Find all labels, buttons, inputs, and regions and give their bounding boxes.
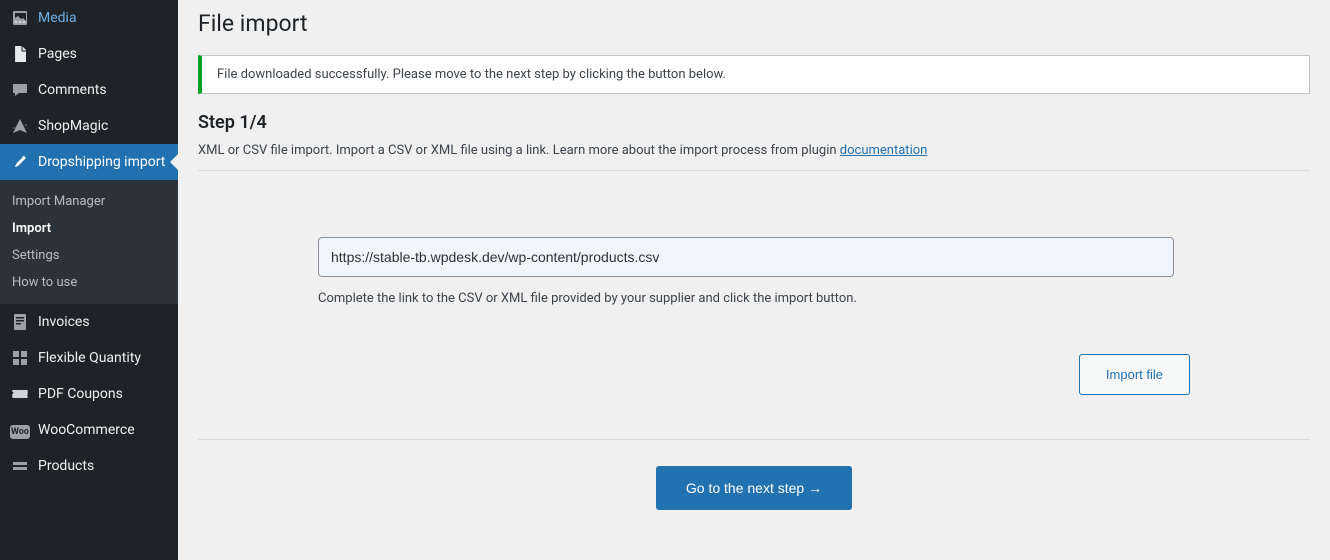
- sidebar-item-media[interactable]: Media: [0, 0, 178, 36]
- sidebar-item-woocommerce[interactable]: Woo WooCommerce: [0, 412, 178, 448]
- sidebar-item-comments[interactable]: Comments: [0, 72, 178, 108]
- sidebar-item-label: Products: [38, 457, 94, 475]
- comments-icon: [10, 80, 30, 100]
- success-notice: File downloaded successfully. Please mov…: [198, 55, 1310, 94]
- woocommerce-icon: Woo: [10, 425, 30, 439]
- media-icon: [10, 8, 30, 28]
- step-description: XML or CSV file import. Import a CSV or …: [198, 143, 1310, 158]
- url-help-text: Complete the link to the CSV or XML file…: [318, 291, 1190, 306]
- sidebar-item-products[interactable]: Products: [0, 448, 178, 484]
- submenu-import-manager[interactable]: Import Manager: [0, 188, 178, 215]
- shopmagic-icon: [10, 116, 30, 136]
- file-url-input[interactable]: [318, 237, 1174, 277]
- sidebar-item-label: WooCommerce: [38, 421, 135, 439]
- submenu-import[interactable]: Import: [0, 215, 178, 242]
- sidebar-item-flexible-quantity[interactable]: Flexible Quantity: [0, 340, 178, 376]
- next-step-button[interactable]: Go to the next step →: [656, 466, 852, 510]
- pdf-coupons-icon: [10, 384, 30, 404]
- flexible-quantity-icon: [10, 348, 30, 368]
- documentation-link[interactable]: documentation: [840, 143, 928, 158]
- divider: [198, 439, 1310, 440]
- sidebar-item-pdf-coupons[interactable]: PDF Coupons: [0, 376, 178, 412]
- sidebar-item-dropshipping-import[interactable]: Dropshipping import: [0, 144, 178, 180]
- sidebar-item-label: Dropshipping import: [38, 153, 165, 171]
- dropshipping-import-icon: [10, 152, 30, 172]
- submenu-how-to-use[interactable]: How to use: [0, 269, 178, 296]
- sidebar-item-invoices[interactable]: Invoices: [0, 304, 178, 340]
- sidebar-item-label: Invoices: [38, 313, 90, 331]
- sidebar-item-pages[interactable]: Pages: [0, 36, 178, 72]
- main-content: File import File downloaded successfully…: [178, 0, 1330, 560]
- products-icon: [10, 456, 30, 476]
- import-button-row: Import file: [318, 354, 1190, 395]
- sidebar-item-label: PDF Coupons: [38, 385, 123, 403]
- submenu-settings[interactable]: Settings: [0, 242, 178, 269]
- sidebar-item-label: Comments: [38, 81, 107, 99]
- page-title: File import: [198, 0, 1310, 43]
- import-form: Complete the link to the CSV or XML file…: [198, 171, 1310, 530]
- pages-icon: [10, 44, 30, 64]
- invoices-icon: [10, 312, 30, 332]
- sidebar-item-label: Flexible Quantity: [38, 349, 141, 367]
- next-button-row: Go to the next step →: [318, 466, 1190, 510]
- sidebar-item-label: Media: [38, 9, 77, 27]
- notice-text: File downloaded successfully. Please mov…: [217, 67, 726, 82]
- step-title: Step 1/4: [198, 112, 1310, 133]
- sidebar-submenu: Import Manager Import Settings How to us…: [0, 180, 178, 304]
- import-file-button[interactable]: Import file: [1079, 354, 1190, 395]
- sidebar-item-label: Pages: [38, 45, 77, 63]
- sidebar-item-label: ShopMagic: [38, 117, 108, 135]
- description-text: XML or CSV file import. Import a CSV or …: [198, 143, 840, 158]
- sidebar-item-shopmagic[interactable]: ShopMagic: [0, 108, 178, 144]
- admin-sidebar: Media Pages Comments ShopMagic Dropshipp…: [0, 0, 178, 560]
